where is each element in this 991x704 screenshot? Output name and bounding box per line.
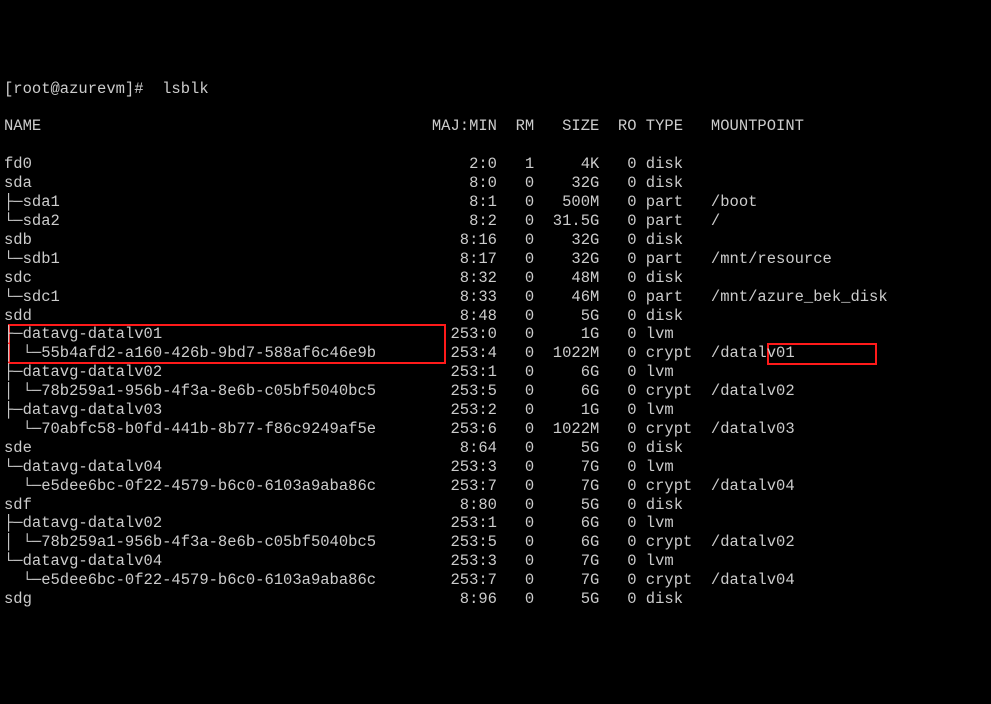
lsblk-row: └─sdb1 8:17 0 32G 0 part /mnt/resource [4,250,991,269]
lsblk-row: sdc 8:32 0 48M 0 disk [4,269,991,288]
lsblk-row: └─datavg-datalv04 253:3 0 7G 0 lvm [4,552,991,571]
lsblk-row: └─sdc1 8:33 0 46M 0 part /mnt/azure_bek_… [4,288,991,307]
lsblk-row: sdb 8:16 0 32G 0 disk [4,231,991,250]
lsblk-row: sda 8:0 0 32G 0 disk [4,174,991,193]
lsblk-row: │ └─78b259a1-956b-4f3a-8e6b-c05bf5040bc5… [4,382,991,401]
lsblk-row: fd0 2:0 1 4K 0 disk [4,155,991,174]
lsblk-row: └─datavg-datalv04 253:3 0 7G 0 lvm [4,458,991,477]
lsblk-row: sdg 8:96 0 5G 0 disk [4,590,991,609]
lsblk-output: fd0 2:0 1 4K 0 disk sda 8:0 0 32G 0 disk… [4,155,991,609]
lsblk-row: └─sda2 8:2 0 31.5G 0 part / [4,212,991,231]
lsblk-row: │ └─78b259a1-956b-4f3a-8e6b-c05bf5040bc5… [4,533,991,552]
lsblk-header: NAME MAJ:MIN RM SIZE RO TYPE MOUNTPOINT [4,117,991,136]
lsblk-row: └─70abfc58-b0fd-441b-8b77-f86c9249af5e 2… [4,420,991,439]
lsblk-row: sde 8:64 0 5G 0 disk [4,439,991,458]
lsblk-row: ├─datavg-datalv03 253:2 0 1G 0 lvm [4,401,991,420]
lsblk-row: └─e5dee6bc-0f22-4579-b6c0-6103a9aba86c 2… [4,477,991,496]
lsblk-row: ├─datavg-datalv02 253:1 0 6G 0 lvm [4,363,991,382]
highlight-group: ├─datavg-datalv01 253:0 0 1G 0 lvm │ └─5… [4,325,991,363]
lsblk-row: sdf 8:80 0 5G 0 disk [4,496,991,515]
lsblk-row: sdd 8:48 0 5G 0 disk [4,307,991,326]
lsblk-row: ├─datavg-datalv02 253:1 0 6G 0 lvm [4,514,991,533]
lsblk-row: └─e5dee6bc-0f22-4579-b6c0-6103a9aba86c 2… [4,571,991,590]
shell-prompt: [root@azurevm]# lsblk [4,80,991,99]
lsblk-row: ├─sda1 8:1 0 500M 0 part /boot [4,193,991,212]
lsblk-row: │ └─55b4afd2-a160-426b-9bd7-588af6c46e9b… [4,344,991,363]
lsblk-row: ├─datavg-datalv01 253:0 0 1G 0 lvm [4,325,991,344]
